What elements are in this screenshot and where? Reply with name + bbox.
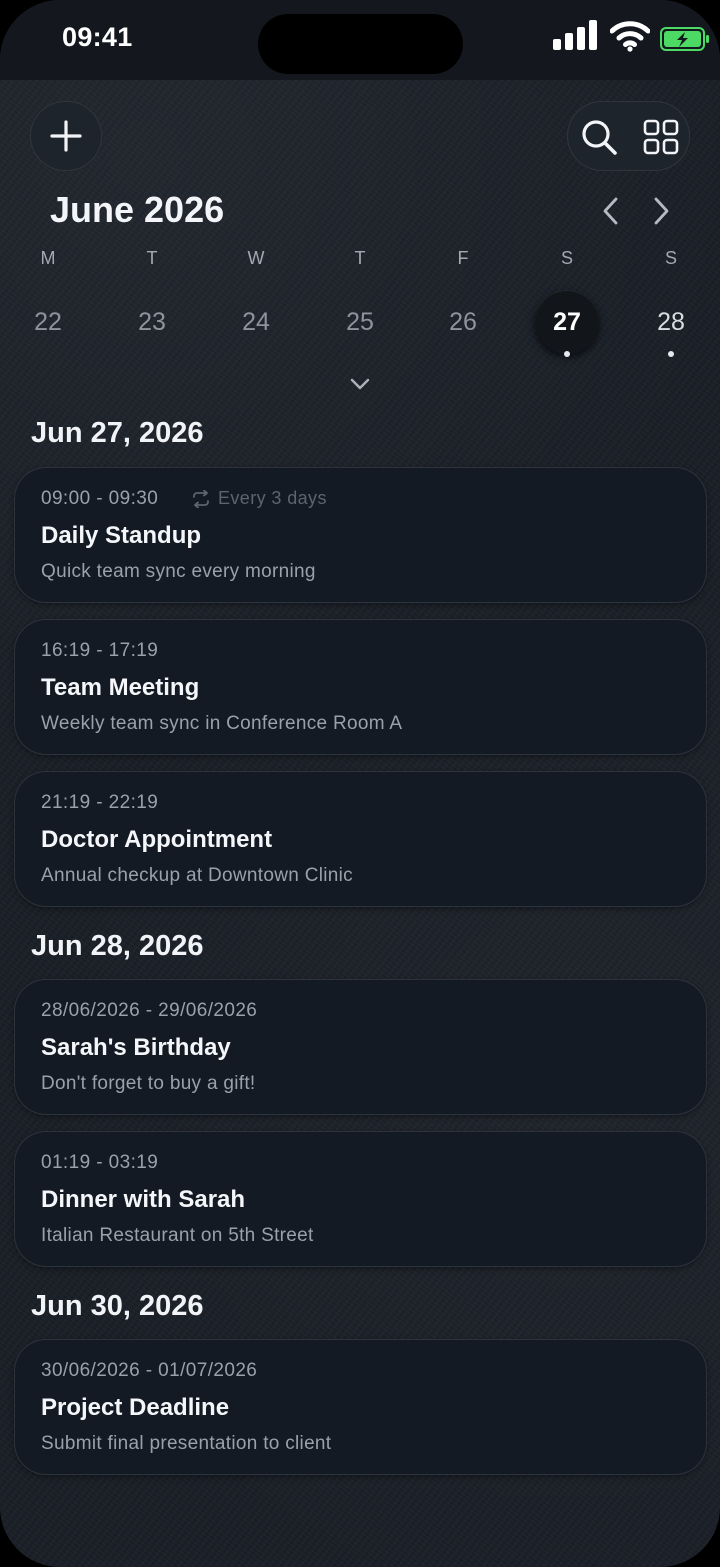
chevron-right-icon[interactable]: [646, 195, 676, 227]
event-title: Project Deadline: [41, 1394, 230, 1421]
event-time: 09:00 - 09:30: [41, 488, 159, 509]
event-card[interactable]: 21:19 - 22:19 Doctor Appointment Annual …: [14, 771, 707, 907]
event-card[interactable]: 16:19 - 17:19 Team Meeting Weekly team s…: [14, 619, 707, 755]
event-card[interactable]: 01:19 - 03:19 Dinner with Sarah Italian …: [14, 1131, 707, 1267]
event-time: 01:19 - 03:19: [41, 1152, 159, 1173]
weekday-label: S: [664, 248, 677, 268]
repeat-label: Every 3 days: [218, 488, 327, 508]
event-time: 30/06/2026 - 01/07/2026: [41, 1360, 258, 1381]
section-heading: Jun 28, 2026: [31, 930, 204, 962]
weekday-label: F: [457, 248, 469, 268]
event-repeat-info: Every 3 days: [191, 488, 327, 509]
chevron-left-icon[interactable]: [596, 195, 626, 227]
date-cell[interactable]: 26: [431, 290, 495, 354]
weekday-label: T: [146, 248, 158, 268]
event-description: Don't forget to buy a gift!: [41, 1073, 256, 1094]
status-bar: 09:41: [0, 0, 720, 80]
date-cell[interactable]: 22: [16, 290, 80, 354]
weekday-label: W: [247, 248, 265, 268]
plus-icon: [50, 120, 82, 152]
date-cell[interactable]: 28: [639, 290, 703, 354]
event-title: Team Meeting: [41, 674, 200, 701]
event-card[interactable]: 28/06/2026 - 29/06/2026 Sarah's Birthday…: [14, 979, 707, 1115]
phone-screen: 09:41 June 2026 M T W T F S S 22 23 24 2…: [0, 0, 720, 1567]
event-description: Submit final presentation to client: [41, 1433, 332, 1454]
weekday-label: T: [354, 248, 366, 268]
event-description: Weekly team sync in Conference Room A: [41, 713, 403, 734]
repeat-icon: [193, 489, 209, 508]
section-heading: Jun 27, 2026: [31, 417, 204, 449]
date-cell-selected[interactable]: 27: [535, 290, 599, 354]
date-cell[interactable]: 24: [224, 290, 288, 354]
chevron-down-icon[interactable]: [349, 376, 371, 392]
event-card[interactable]: 09:00 - 09:30 Every 3 days Daily Standup…: [14, 467, 707, 603]
event-indicator-dot: [564, 351, 570, 357]
event-indicator-dot: [668, 351, 674, 357]
grid-icon[interactable]: [642, 118, 680, 156]
add-event-button[interactable]: [30, 101, 102, 171]
event-title: Dinner with Sarah: [41, 1186, 246, 1213]
event-title: Daily Standup: [41, 522, 202, 549]
event-time: 21:19 - 22:19: [41, 792, 159, 813]
dynamic-island: [258, 14, 463, 74]
battery-charging-icon: [660, 27, 709, 51]
date-cell[interactable]: 25: [328, 290, 392, 354]
event-card[interactable]: 30/06/2026 - 01/07/2026 Project Deadline…: [14, 1339, 707, 1475]
week-dates-row: 22 23 24 25 26 27 28: [0, 290, 720, 370]
weekday-label: M: [40, 248, 56, 268]
month-title: June 2026: [50, 189, 225, 230]
section-heading: Jun 30, 2026: [31, 1290, 204, 1322]
search-icon[interactable]: [578, 116, 620, 158]
toolbar-pill: [567, 101, 690, 171]
event-description: Annual checkup at Downtown Clinic: [41, 865, 353, 886]
weekday-row: M T W T F S S: [0, 248, 720, 272]
event-title: Doctor Appointment: [41, 826, 273, 853]
event-description: Quick team sync every morning: [41, 561, 316, 582]
signal-icon: [553, 20, 599, 50]
weekday-label: S: [560, 248, 573, 268]
date-cell[interactable]: 23: [120, 290, 184, 354]
event-description: Italian Restaurant on 5th Street: [41, 1225, 314, 1246]
event-time: 28/06/2026 - 29/06/2026: [41, 1000, 258, 1021]
wifi-icon: [610, 21, 650, 52]
status-time: 09:41: [62, 22, 133, 52]
event-title: Sarah's Birthday: [41, 1034, 231, 1061]
event-time: 16:19 - 17:19: [41, 640, 159, 661]
